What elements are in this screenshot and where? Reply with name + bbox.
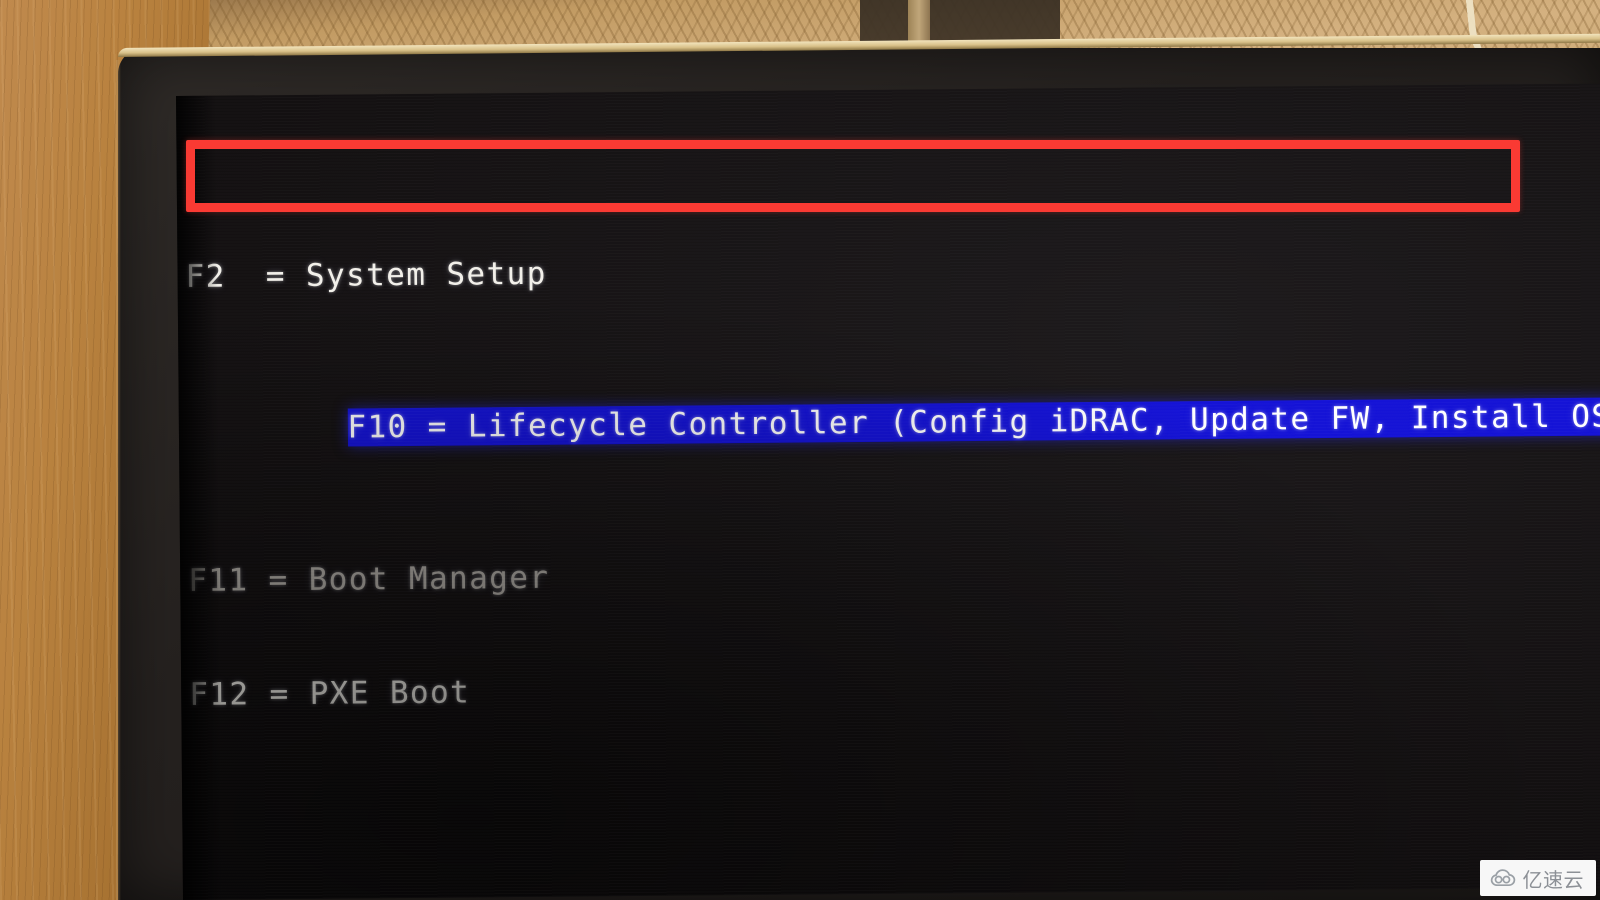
boot-menu-item-f11[interactable]: F11 = Boot Manager [188, 549, 1600, 600]
watermark: 亿速云 [1479, 860, 1596, 896]
boot-menu-item-f2[interactable]: F2 = System Setup [185, 245, 1600, 296]
boot-menu-item-f10-row[interactable]: F10 = Lifecycle Controller (Config iDRAC… [186, 359, 1600, 486]
boot-menu-item-f10[interactable]: F10 = Lifecycle Controller (Config iDRAC… [347, 397, 1600, 447]
boot-menu-item-f12[interactable]: F12 = PXE Boot [189, 663, 1600, 714]
photo-canvas: F2 = System Setup F10 = Lifecycle Contro… [0, 0, 1600, 900]
bios-console-text: F2 = System Setup F10 = Lifecycle Contro… [184, 93, 1600, 900]
monitor-screen: F2 = System Setup F10 = Lifecycle Contro… [176, 83, 1600, 900]
watermark-label: 亿速云 [1522, 867, 1584, 892]
cloud-icon [1490, 869, 1516, 887]
monitor-left-edge [116, 60, 121, 900]
